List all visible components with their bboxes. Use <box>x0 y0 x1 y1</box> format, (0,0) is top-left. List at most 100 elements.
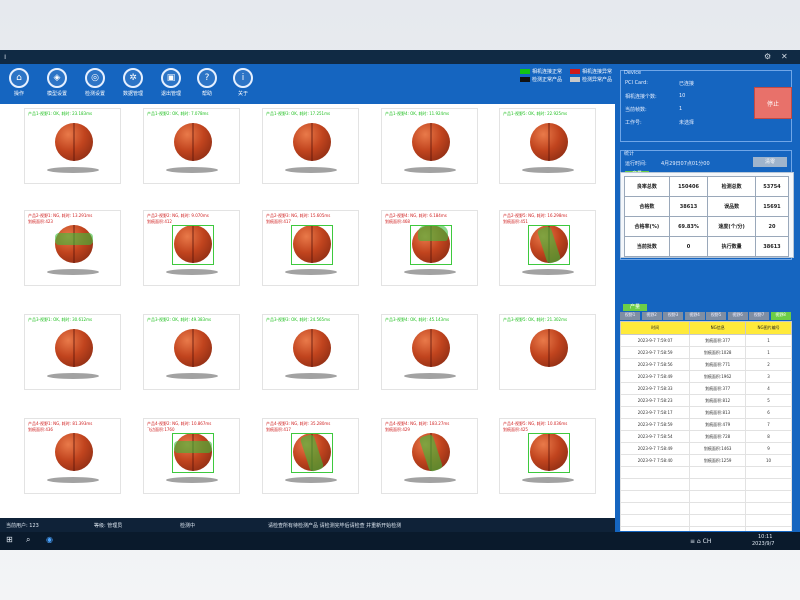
toolbar-button-3[interactable]: ✲ 数据管理 <box>116 68 150 97</box>
ball-seam <box>548 123 550 161</box>
log-cell: 2023-9-7 7:58:54 <box>620 430 691 443</box>
tray-icons[interactable]: ≡ ⌂ CH <box>690 538 711 545</box>
defect-area: 划痕面积:417 <box>266 427 291 432</box>
defect-box <box>291 225 333 265</box>
ball-shadow <box>522 269 574 275</box>
log-cell: 2 <box>745 358 792 371</box>
inspection-image[interactable]: 产品2-视野3: NG, 耗时: 15.605ms 划痕面积:417 <box>262 210 359 286</box>
gear-icon[interactable]: ⚙ <box>764 52 771 61</box>
log-header[interactable]: NG图片编号 <box>745 321 792 335</box>
ball-seam <box>73 123 75 161</box>
log-row[interactable]: 2023-9-7 7:58:56 划痕面积:771 2 <box>620 358 792 371</box>
inspection-image[interactable]: 产品4-视野2: NG, 耗时: 10.867ms 飞边面积:1760 <box>143 418 240 494</box>
inspection-image[interactable]: 产品4-视野1: NG, 耗时: 81.393ms 划痕面积:436 <box>24 418 121 494</box>
legend-item: 相机连接正常 <box>520 68 562 75</box>
close-icon[interactable]: ✕ <box>781 52 788 61</box>
device-value: 10 <box>679 93 686 99</box>
log-row[interactable]: 2023-9-7 7:58:54 划痕面积:728 8 <box>620 430 792 443</box>
stop-button[interactable]: 停止 <box>754 87 792 119</box>
toolbar-button-5[interactable]: ? 帮助 <box>190 68 224 97</box>
windows-start-icon[interactable]: ⊞ <box>6 535 13 544</box>
app-taskbar-icon[interactable]: ◉ <box>46 535 53 544</box>
log-row-empty <box>620 526 792 531</box>
log-tab[interactable]: 视野4 <box>684 312 705 320</box>
log-row[interactable]: 2023-9-7 7:58:33 划痕面积:377 4 <box>620 382 792 395</box>
log-row[interactable]: 2023-9-7 7:58:23 划痕面积:812 5 <box>620 394 792 407</box>
inspection-image[interactable]: 产品4-视野4: NG, 耗时: 183.27ms 划痕面积:429 <box>381 418 478 494</box>
ball-seam <box>311 329 313 367</box>
inspection-image[interactable]: 产品2-视野2: NG, 耗时: 9.070ms 划痕面积:412 <box>143 210 240 286</box>
inspection-image[interactable]: 产品1-视野4: OK, 耗时: 11.924ms <box>381 108 478 184</box>
log-row[interactable]: 2023-9-7 7:58:49 划痕面积:1463 9 <box>620 442 792 455</box>
inspection-image[interactable]: 产品3-视野3: OK, 耗时: 24.565ms <box>262 314 359 390</box>
toolbar-button-1[interactable]: ◈ 模型设置 <box>40 68 74 97</box>
log-row[interactable]: 2023-9-7 7:58:49 划痕面积:1962 3 <box>620 370 792 383</box>
defect-overlay <box>55 233 93 245</box>
log-row-empty <box>620 478 792 491</box>
inspection-image[interactable]: 产品1-视野5: OK, 耗时: 22.925ms <box>499 108 596 184</box>
defect-area: 划痕面积:451 <box>503 219 528 224</box>
device-title: Device <box>624 70 642 76</box>
log-header[interactable]: NG信息 <box>689 321 747 335</box>
log-cell: 划痕面积:728 <box>689 430 747 443</box>
inspection-image[interactable]: 产品1-视野2: OK, 耗时: 7.078ms <box>143 108 240 184</box>
log-row[interactable]: 2023-9-7 7:58:59 划痕面积:479 7 <box>620 418 792 431</box>
help-icon: ? <box>197 68 217 88</box>
inspection-image[interactable]: 产品2-视野5: NG, 耗时: 16.298ms 划痕面积:451 <box>499 210 596 286</box>
log-tab[interactable]: 视野2 <box>641 312 662 320</box>
log-tab[interactable]: 视野7 <box>749 312 769 320</box>
log-row[interactable]: 2023-9-7 7:58:17 划痕面积:813 6 <box>620 406 792 419</box>
inspection-image[interactable]: 产品1-视野3: OK, 耗时: 17.251ms <box>262 108 359 184</box>
inspection-image[interactable]: 产品4-视野5: NG, 耗时: 10.036ms 划痕面积:425 <box>499 418 596 494</box>
legend-item: 检测正常产品 <box>520 76 562 83</box>
log-tab[interactable]: 视野8 <box>770 312 791 320</box>
log-tab[interactable]: 视野3 <box>663 312 683 320</box>
toolbar-button-0[interactable]: ⌂ 操作 <box>2 68 36 97</box>
ball-seam <box>430 329 432 367</box>
toolbar: ⌂ 操作 ◈ 模型设置 ◎ 检测设置 ✲ 数据管理 ▣ 退出管理? 帮助 i 关于 相机连接正常 相机连接异… <box>0 64 615 104</box>
app-menu-icon[interactable]: ı <box>4 52 6 61</box>
search-icon[interactable]: ⌕ <box>26 535 30 545</box>
reset-button[interactable]: 清零 <box>753 157 787 167</box>
log-cell: 2023-9-7 7:58:23 <box>620 394 691 407</box>
log-row[interactable]: 2023-9-7 7:58:40 划痕面积:1259 10 <box>620 454 792 467</box>
log-cell <box>689 466 747 479</box>
inspection-image[interactable]: 产品2-视野1: NG, 耗时: 13.291ms 划痕面积:423 <box>24 210 121 286</box>
clock-time: 10:11 <box>758 534 773 540</box>
stat-label: 执行数量 <box>707 236 756 257</box>
inspection-image[interactable]: 产品3-视野4: OK, 耗时: 45.143ms <box>381 314 478 390</box>
ball-shadow <box>404 373 456 379</box>
log-header[interactable]: 时间 <box>620 321 691 335</box>
inspection-image[interactable]: 产品1-视野1: OK, 耗时: 23.183ms <box>24 108 121 184</box>
ball-shadow <box>47 373 99 379</box>
toolbar-button-2[interactable]: ◎ 检测设置 <box>78 68 112 97</box>
ball-shadow <box>166 269 218 275</box>
log-tab[interactable]: 视野5 <box>706 312 726 320</box>
ball-shadow <box>285 269 337 275</box>
inspection-image[interactable]: 产品2-视野4: NG, 耗时: 6.184ms 划痕面积:468 <box>381 210 478 286</box>
toolbar-label: 检测设置 <box>84 91 105 97</box>
log-row[interactable]: 2023-9-7 7:58:59 划痕面积:1028 1 <box>620 346 792 359</box>
log-cell <box>620 514 691 527</box>
detect-status: 检测中 <box>180 523 196 529</box>
log-tab[interactable]: 视野1 <box>620 312 640 320</box>
current-user: 当前用户: 123 <box>6 523 39 529</box>
defect-area: 划痕面积:468 <box>385 219 410 224</box>
log-row[interactable]: 2023-9-7 7:59:07 划痕面积:377 1 <box>620 334 792 347</box>
log-tab-label[interactable]: 产量 <box>623 304 647 311</box>
inspection-image[interactable]: 产品3-视野1: OK, 耗时: 30.612ms <box>24 314 121 390</box>
log-row-empty <box>620 490 792 503</box>
defect-area: 划痕面积:425 <box>503 427 528 432</box>
inspection-image[interactable]: 产品4-视野3: NG, 耗时: 35.280ms 划痕面积:417 <box>262 418 359 494</box>
stats-row: 良率总数 150406 检测总数 53754 <box>624 176 790 197</box>
image-grid: 产品1-视野1: OK, 耗时: 23.183ms 产品1-视野2: OK, 耗时… <box>0 104 615 518</box>
stat-value: 38613 <box>668 196 709 217</box>
log-tab[interactable]: 视野6 <box>727 312 748 320</box>
defect-area: 飞边面积:1760 <box>147 427 175 432</box>
toolbar-button-6[interactable]: i 关于 <box>226 68 260 97</box>
toolbar-button-4[interactable]: ▣ 退出管理 <box>154 68 188 97</box>
ng-log[interactable]: 时间 NG信息 NG图片编号 2023-9-7 7:59:07 划痕面积:377 1 202… <box>620 321 792 531</box>
inspection-image[interactable]: 产品3-视野5: OK, 耗时: 21.302ms <box>499 314 596 390</box>
stat-label: 良率总数 <box>624 176 670 197</box>
inspection-image[interactable]: 产品3-视野2: OK, 耗时: 49.383ms <box>143 314 240 390</box>
